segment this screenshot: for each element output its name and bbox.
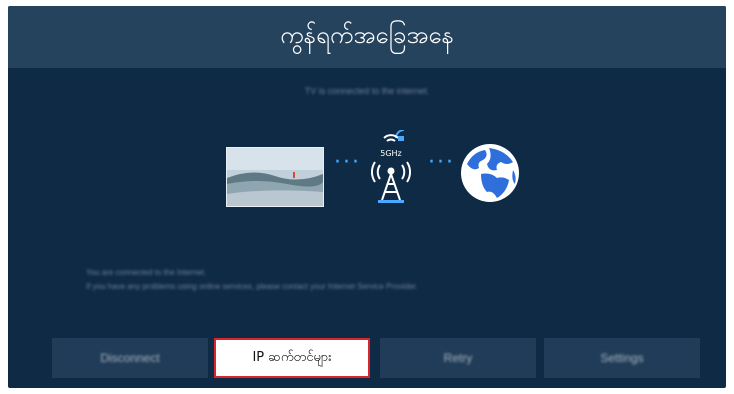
internet-globe-icon [459, 142, 521, 204]
network-diagram: ··· 5GHz ··· [8, 129, 726, 226]
settings-button-label: Settings [600, 351, 644, 365]
ip-settings-button-label: IP ဆက်တင်များ [252, 349, 332, 365]
wifi-band-label: 5GHz [380, 149, 402, 158]
ip-settings-button[interactable]: IP ဆက်တင်များ [214, 338, 370, 378]
connection-dots-left: ··· [334, 150, 361, 175]
retry-button[interactable]: Retry [380, 338, 536, 378]
tv-icon [226, 147, 324, 207]
settings-button[interactable]: Settings [544, 338, 700, 378]
connection-info: You are connected to the Internet. If yo… [86, 266, 646, 294]
page-title-bar: ကွန်ရက်အခြေအနေ [8, 6, 726, 68]
connection-dots-right: ··· [428, 150, 455, 175]
info-line-1: You are connected to the Internet. [86, 268, 207, 277]
retry-button-label: Retry [443, 351, 473, 365]
network-status-screen: ကွန်ရက်အခြေအနေ TV is connected to the in… [8, 6, 726, 388]
connection-status-text: TV is connected to the internet. [304, 86, 430, 96]
info-line-2: If you have any problems using online se… [86, 282, 418, 291]
wifi-tower-icon: 5GHz [366, 129, 416, 206]
page-title: ကွန်ရက်အခြေအနေ [280, 21, 454, 49]
disconnect-button-label: Disconnect [100, 351, 160, 365]
action-buttons: Disconnect IP ဆက်တင်များ Retry Settings [8, 338, 726, 378]
disconnect-button[interactable]: Disconnect [52, 338, 208, 378]
